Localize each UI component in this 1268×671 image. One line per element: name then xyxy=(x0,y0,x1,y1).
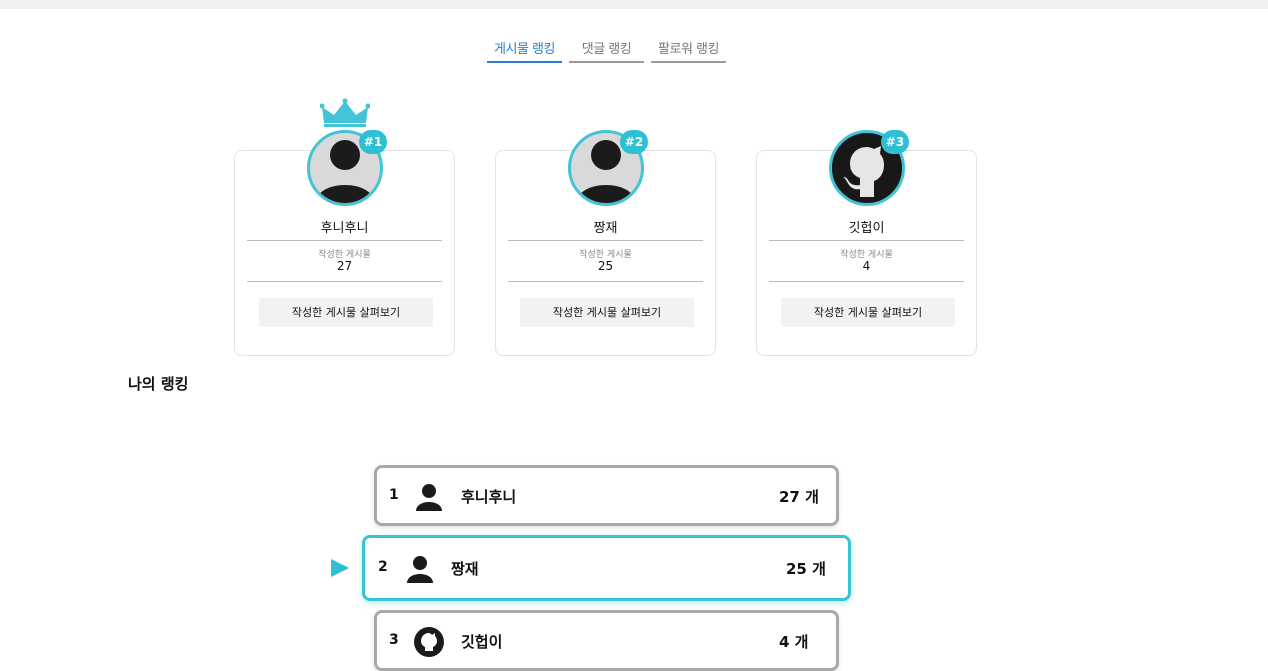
ranking-row-3[interactable]: 3 깃헙이 4 개 xyxy=(374,610,839,671)
view-posts-button[interactable]: 작성한 게시물 살펴보기 xyxy=(781,298,955,327)
current-user-pointer-icon xyxy=(331,559,349,577)
row-count: 25 개 xyxy=(786,560,826,578)
rank-badge: #1 xyxy=(359,130,387,154)
divider xyxy=(769,240,964,241)
my-ranking-title: 나의 랭킹 xyxy=(128,375,189,393)
ranking-row-2[interactable]: 2 짱재 25 개 xyxy=(362,535,851,601)
github-icon xyxy=(414,627,444,657)
divider xyxy=(508,240,703,241)
ranking-tabs: 게시물 랭킹 댓글 랭킹 팔로워 랭킹 xyxy=(487,38,726,63)
divider xyxy=(508,281,703,282)
divider xyxy=(769,281,964,282)
row-user-name: 후니후니 xyxy=(461,488,517,506)
stat-value: 27 xyxy=(336,259,353,273)
stat-value: 25 xyxy=(597,259,614,273)
row-count: 27 개 xyxy=(779,488,819,506)
user-name: 깃헙이 xyxy=(848,221,885,236)
row-user-name: 짱재 xyxy=(451,560,479,578)
row-user-name: 깃헙이 xyxy=(461,633,503,651)
tab-post-ranking[interactable]: 게시물 랭킹 xyxy=(487,38,562,63)
divider xyxy=(247,281,442,282)
row-count: 4 개 xyxy=(779,633,809,651)
rank-number: 3 xyxy=(389,632,399,648)
stat-value: 4 xyxy=(862,259,871,273)
user-name: 짱재 xyxy=(593,221,618,236)
crown-icon xyxy=(320,98,370,127)
person-icon xyxy=(407,556,433,583)
tab-comment-ranking[interactable]: 댓글 랭킹 xyxy=(569,38,644,63)
rank-badge: #3 xyxy=(881,130,909,154)
ranking-row-1[interactable]: 1 후니후니 27 개 xyxy=(374,465,839,526)
divider xyxy=(247,240,442,241)
rank-number: 1 xyxy=(389,487,399,503)
rank-badge: #2 xyxy=(620,130,648,154)
view-posts-button[interactable]: 작성한 게시물 살펴보기 xyxy=(259,298,433,327)
top-bar xyxy=(0,0,1268,9)
rank-number: 2 xyxy=(378,559,388,575)
user-name: 후니후니 xyxy=(320,221,369,236)
tab-follower-ranking[interactable]: 팔로워 랭킹 xyxy=(651,38,726,63)
person-icon xyxy=(416,484,442,511)
view-posts-button[interactable]: 작성한 게시물 살펴보기 xyxy=(520,298,694,327)
